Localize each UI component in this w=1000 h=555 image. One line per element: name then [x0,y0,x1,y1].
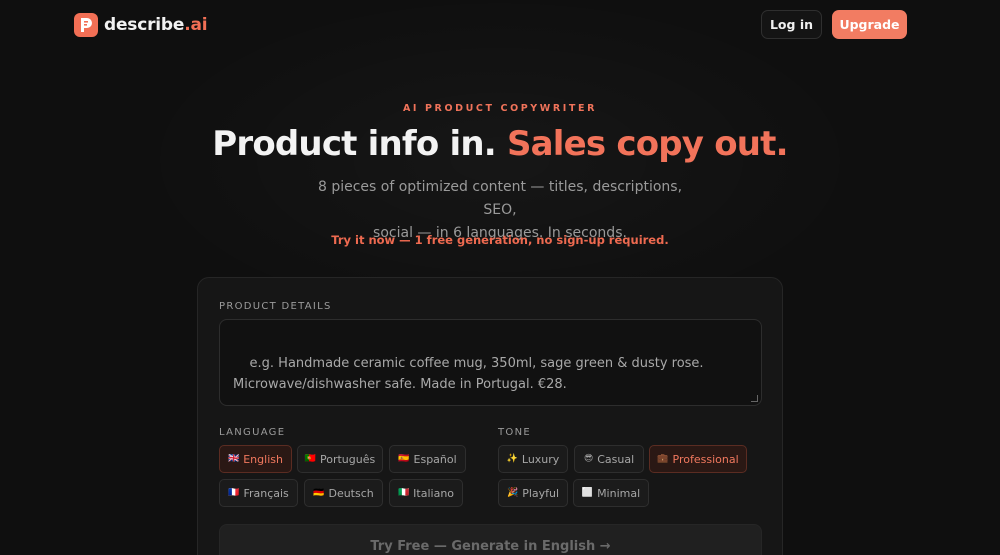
subline-line-1: 8 pieces of optimized content — titles, … [317,179,683,218]
logo[interactable]: describe.ai [74,13,208,37]
flag-spain-icon: 🇪🇸 [398,454,410,464]
tone-label-professional: Professional [672,452,739,466]
logo-text: describe.ai [104,15,208,35]
flag-uk-icon: 🇬🇧 [228,454,240,464]
language-chip-english[interactable]: 🇬🇧 English [219,445,292,473]
tone-label-minimal: Minimal [597,486,641,500]
hero-headline: Product info in. Sales copy out. [0,124,1000,164]
sunglasses-icon: 😎 [583,454,594,464]
logo-name: describe [104,15,185,35]
headline-accent: Sales copy out. [506,124,789,164]
tone-label-playful: Playful [522,486,560,500]
tone-chip-luxury[interactable]: ✨ Luxury [498,445,568,473]
tone-label-casual: Casual [597,452,635,466]
language-label-portugues: Português [319,452,376,466]
language-label-espanol: Español [413,452,457,466]
language-chip-francais[interactable]: 🇫🇷 Français [219,479,298,507]
white-square-icon: ⬜ [581,488,594,498]
flag-italy-icon: 🇮🇹 [397,488,410,498]
free-trial-note: Try it now — 1 free generation, no sign-… [331,233,669,247]
upgrade-button[interactable]: Upgrade [832,10,907,39]
flag-portugal-icon: 🇵🇹 [304,454,316,464]
generate-button[interactable]: Try Free — Generate in English → [219,524,762,555]
login-button[interactable]: Log in [761,10,822,39]
flag-germany-icon: 🇩🇪 [313,488,325,498]
language-label-italiano: Italiano [413,486,455,500]
briefcase-icon: 💼 [657,454,669,464]
product-details-input[interactable]: e.g. Handmade ceramic coffee mug, 350ml,… [219,319,762,406]
tone-label-luxury: Luxury [521,452,560,466]
flag-france-icon: 🇫🇷 [228,488,240,498]
hero-eyebrow: AI PRODUCT COPYWRITER [402,103,597,114]
logo-icon [74,13,98,37]
product-details-label: PRODUCT DETAILS [219,301,332,312]
tone-chip-casual[interactable]: 😎 Casual [574,445,644,473]
headline-main: Product info in. [212,124,496,164]
language-label-english: English [243,452,283,466]
language-label: LANGUAGE [219,427,286,438]
language-chip-portugues[interactable]: 🇵🇹 Português [297,445,383,473]
tone-chip-minimal[interactable]: ⬜ Minimal [573,479,649,507]
sparkles-icon: ✨ [506,454,518,464]
tone-label: TONE [498,427,531,438]
party-icon: 🎉 [506,488,519,498]
generator-card: PRODUCT DETAILS e.g. Handmade ceramic co… [197,277,783,555]
language-chip-espanol[interactable]: 🇪🇸 Español [389,445,466,473]
product-details-placeholder: e.g. Handmade ceramic coffee mug, 350ml,… [233,356,704,392]
top-bar: describe.ai Log in Upgrade [0,0,1000,50]
language-chip-deutsch[interactable]: 🇩🇪 Deutsch [304,479,383,507]
logo-tld: .ai [184,15,208,35]
language-chip-italiano[interactable]: 🇮🇹 Italiano [389,479,463,507]
language-label-francais: Français [243,486,289,500]
language-label-deutsch: Deutsch [328,486,374,500]
tone-chip-professional[interactable]: 💼 Professional [649,445,747,473]
tone-chip-playful[interactable]: 🎉 Playful [498,479,568,507]
resize-handle-icon[interactable] [751,395,758,402]
